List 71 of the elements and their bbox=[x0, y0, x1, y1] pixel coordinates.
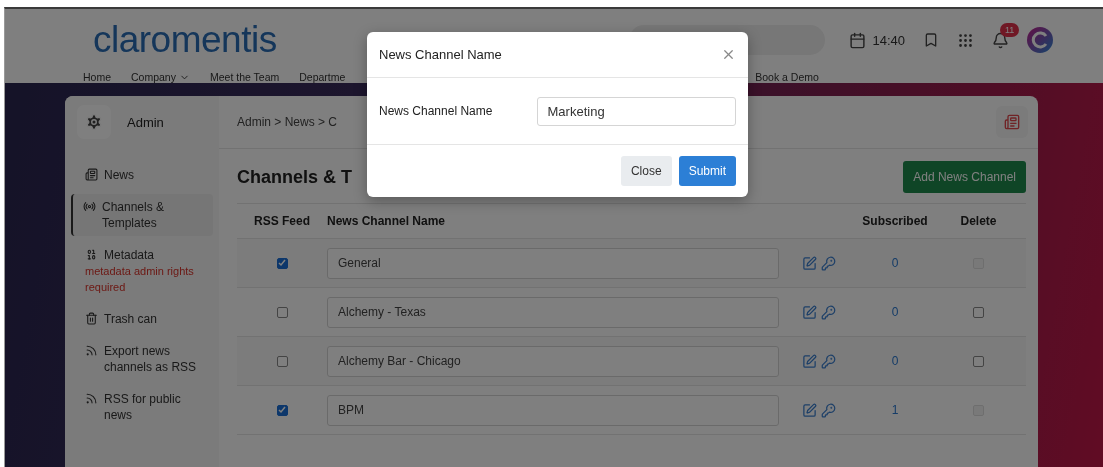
sidebar-title: Admin bbox=[127, 114, 164, 130]
channel-name-field[interactable]: BPM bbox=[327, 394, 779, 426]
apps-grid-icon[interactable] bbox=[957, 31, 974, 49]
rss-checkbox[interactable] bbox=[276, 355, 288, 367]
column-header: RSS Feed bbox=[254, 214, 310, 228]
nav-link[interactable]: Meet the Team bbox=[209, 71, 280, 83]
key-icon[interactable] bbox=[821, 402, 836, 418]
newspaper-icon bbox=[85, 168, 98, 181]
field-label: News Channel Name bbox=[379, 104, 494, 118]
subscriber-count[interactable]: 0 bbox=[891, 354, 899, 368]
avatar-icon[interactable] bbox=[1027, 27, 1053, 53]
broadcast-icon bbox=[83, 200, 96, 213]
close-icon[interactable] bbox=[721, 47, 736, 62]
sidebar-item-label: Metadata bbox=[104, 247, 156, 263]
rss-icon bbox=[85, 344, 98, 357]
sidebar-item-label: Channels & Templates bbox=[102, 199, 166, 231]
key-icon[interactable] bbox=[821, 255, 836, 271]
sidebar-item-label: News bbox=[104, 167, 135, 183]
sidebar-item[interactable]: Export news channels as RSS bbox=[71, 338, 213, 380]
sidebar-item[interactable]: News bbox=[71, 162, 213, 188]
subscriber-count[interactable]: 0 bbox=[891, 305, 899, 319]
gear-icon bbox=[85, 113, 103, 131]
permission-warning: metadata admin rights required bbox=[85, 264, 195, 295]
dialog-title: News Channel Name bbox=[379, 47, 502, 62]
column-header: News Channel Name bbox=[327, 214, 446, 228]
sidebar-item[interactable]: Metadata metadata admin rights required bbox=[71, 242, 213, 300]
submit-button[interactable]: Submit bbox=[678, 156, 736, 186]
nav-link[interactable]: Book a Demo bbox=[755, 71, 819, 83]
brand-logo[interactable]: claromentis bbox=[93, 19, 277, 61]
nav-link[interactable]: Company bbox=[131, 71, 190, 83]
sidebar-item[interactable]: Trash can bbox=[71, 306, 213, 332]
trash-icon bbox=[85, 312, 98, 325]
edit-icon[interactable] bbox=[802, 402, 817, 418]
rss-checkbox[interactable] bbox=[276, 257, 288, 269]
clock-time: 14:40 bbox=[872, 32, 905, 48]
sidebar-item[interactable]: RSS for public news bbox=[71, 386, 213, 428]
key-icon[interactable] bbox=[821, 304, 836, 320]
channel-name-field[interactable]: Alchemy - Texas bbox=[327, 296, 779, 328]
subscriber-count[interactable]: 0 bbox=[891, 256, 899, 270]
edit-icon[interactable] bbox=[802, 353, 817, 369]
channel-name-field[interactable]: Alchemy Bar - Chicago bbox=[327, 345, 779, 377]
column-header: Subscribed bbox=[862, 214, 928, 228]
delete-checkbox[interactable] bbox=[973, 306, 984, 318]
subscriber-count[interactable]: 1 bbox=[891, 403, 899, 417]
rss-icon bbox=[85, 392, 98, 405]
input-field[interactable]: Marketing bbox=[536, 96, 736, 126]
newspaper-icon bbox=[1004, 114, 1020, 130]
rss-checkbox[interactable] bbox=[276, 306, 288, 318]
edit-icon[interactable] bbox=[802, 304, 817, 320]
nav-link[interactable]: Home bbox=[83, 71, 111, 83]
close-button[interactable]: Close bbox=[620, 156, 672, 186]
rss-checkbox[interactable] bbox=[276, 404, 288, 416]
settings-button[interactable] bbox=[77, 105, 111, 139]
key-icon[interactable] bbox=[821, 353, 836, 369]
delete-checkbox[interactable] bbox=[973, 355, 984, 367]
notification-count: 11 bbox=[1000, 22, 1020, 37]
news-button[interactable] bbox=[996, 106, 1028, 138]
calendar-icon[interactable] bbox=[849, 31, 867, 49]
sidebar-item-label: Trash can bbox=[104, 311, 158, 327]
notification-bell-icon[interactable] bbox=[992, 31, 1009, 49]
sidebar-item[interactable]: Channels & Templates bbox=[71, 194, 213, 236]
breadcrumb: Admin > News > C bbox=[237, 115, 338, 129]
column-header: Delete bbox=[960, 214, 997, 228]
nav-link[interactable]: Departme bbox=[299, 71, 346, 83]
page-title: Channels & T bbox=[237, 166, 352, 188]
edit-icon[interactable] bbox=[802, 255, 817, 271]
sidebar-item-label: Export news channels as RSS bbox=[104, 343, 198, 375]
sidebar-item-label: RSS for public news bbox=[104, 391, 182, 423]
channel-name-field[interactable]: General bbox=[327, 247, 779, 279]
add-channel-button[interactable]: Add News Channel bbox=[903, 161, 1026, 193]
bookmark-icon[interactable] bbox=[923, 32, 939, 48]
